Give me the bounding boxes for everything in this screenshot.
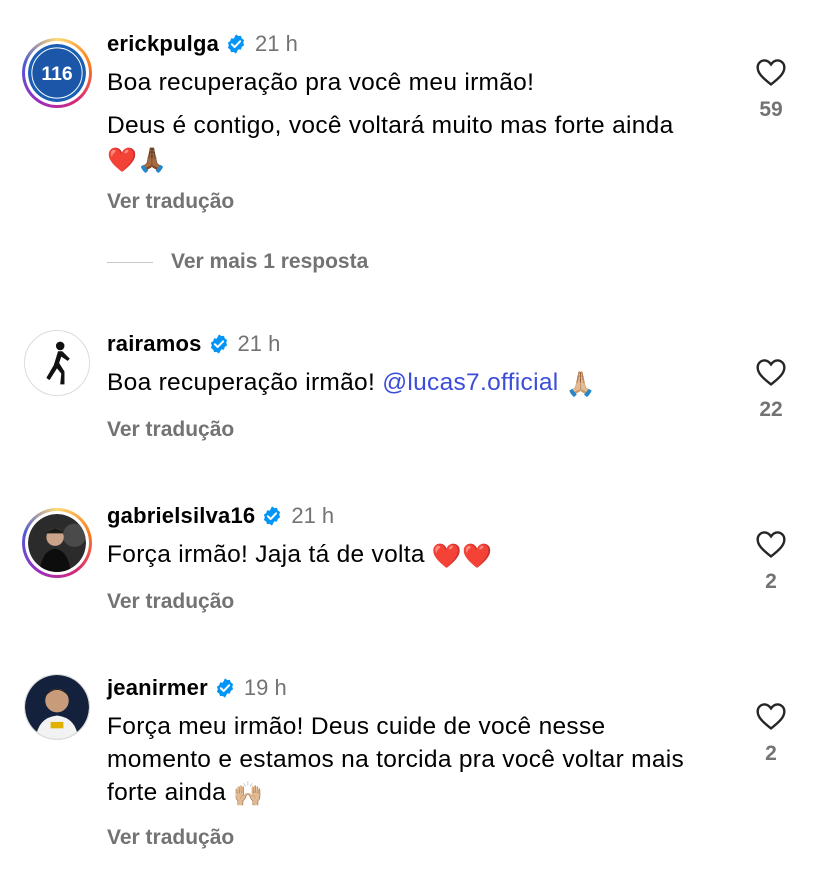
like-button[interactable]: 2 xyxy=(748,529,794,594)
like-count: 22 xyxy=(759,398,783,421)
like-count: 59 xyxy=(759,98,783,121)
heart-outline-icon[interactable] xyxy=(755,357,787,387)
emoji: 🙏🏼 xyxy=(565,371,596,398)
comment-header: rairamos 21 h xyxy=(107,331,280,357)
comment-header: jeanirmer 19 h xyxy=(107,675,287,701)
view-replies-label[interactable]: Ver mais 1 resposta xyxy=(171,250,368,274)
like-button[interactable]: 22 xyxy=(748,357,794,422)
username[interactable]: erickpulga xyxy=(107,31,219,57)
like-count: 2 xyxy=(765,570,777,593)
comment-line: Deus é contigo, você voltará muito mas f… xyxy=(107,112,674,174)
comment-text: Força irmão! Jaja tá de volta ❤️❤️ xyxy=(107,538,717,573)
see-translation-link[interactable]: Ver tradução xyxy=(107,590,234,614)
avatar-image: 116 xyxy=(28,44,86,102)
timestamp: 21 h xyxy=(237,331,281,356)
verified-badge-icon xyxy=(210,334,227,354)
avatar[interactable]: 116 xyxy=(22,38,92,108)
emoji: 🙌🏼 xyxy=(233,781,264,808)
comment-text: Força meu irmão! Deus cuide de você ness… xyxy=(107,710,707,811)
comment-line: Força irmão! Jaja tá de volta xyxy=(107,541,425,568)
verified-badge-icon xyxy=(216,678,233,698)
avatar[interactable] xyxy=(22,508,92,578)
heart-outline-icon[interactable] xyxy=(755,57,787,87)
comment-line: Força meu irmão! Deus cuide de você ness… xyxy=(107,713,685,806)
like-button[interactable]: 2 xyxy=(748,701,794,766)
mention-link[interactable]: @lucas7.official xyxy=(382,369,558,396)
timestamp: 21 h xyxy=(255,31,298,56)
like-button[interactable]: 59 xyxy=(748,57,794,122)
heart-outline-icon[interactable] xyxy=(755,701,787,731)
emoji: ❤️❤️ xyxy=(431,543,493,570)
replies-divider xyxy=(107,261,153,263)
verified-badge-icon xyxy=(227,34,245,54)
heart-outline-icon[interactable] xyxy=(755,529,787,559)
username[interactable]: jeanirmer xyxy=(107,675,208,701)
see-translation-link[interactable]: Ver tradução xyxy=(107,190,234,214)
username[interactable]: gabrielsilva16 xyxy=(107,503,255,529)
verified-badge-icon xyxy=(264,506,281,526)
svg-text:116: 116 xyxy=(41,64,72,85)
comment-header: gabrielsilva16 21 h xyxy=(107,503,334,529)
comment-header: erickpulga 21 h xyxy=(107,31,298,57)
see-translation-link[interactable]: Ver tradução xyxy=(107,418,234,442)
username[interactable]: rairamos xyxy=(107,331,202,357)
comment-line: Boa recuperação pra você meu irmão! xyxy=(107,69,535,96)
avatar-image xyxy=(25,331,89,395)
comment-line: Boa recuperação irmão! xyxy=(107,369,376,396)
avatar[interactable] xyxy=(24,330,90,396)
timestamp: 19 h xyxy=(243,675,287,700)
comment-text: Boa recuperação pra você meu irmão! Deus… xyxy=(107,66,717,177)
avatar[interactable] xyxy=(24,674,90,740)
view-replies-button[interactable]: Ver mais 1 resposta xyxy=(107,250,368,274)
comment-text: Boa recuperação irmão! @lucas7.official … xyxy=(107,366,717,401)
avatar-image xyxy=(28,514,86,572)
like-count: 2 xyxy=(765,742,777,765)
avatar-image xyxy=(25,675,89,739)
emoji: ❤️🙏🏾 xyxy=(107,147,168,174)
see-translation-link[interactable]: Ver tradução xyxy=(107,826,234,850)
timestamp: 21 h xyxy=(291,503,335,528)
